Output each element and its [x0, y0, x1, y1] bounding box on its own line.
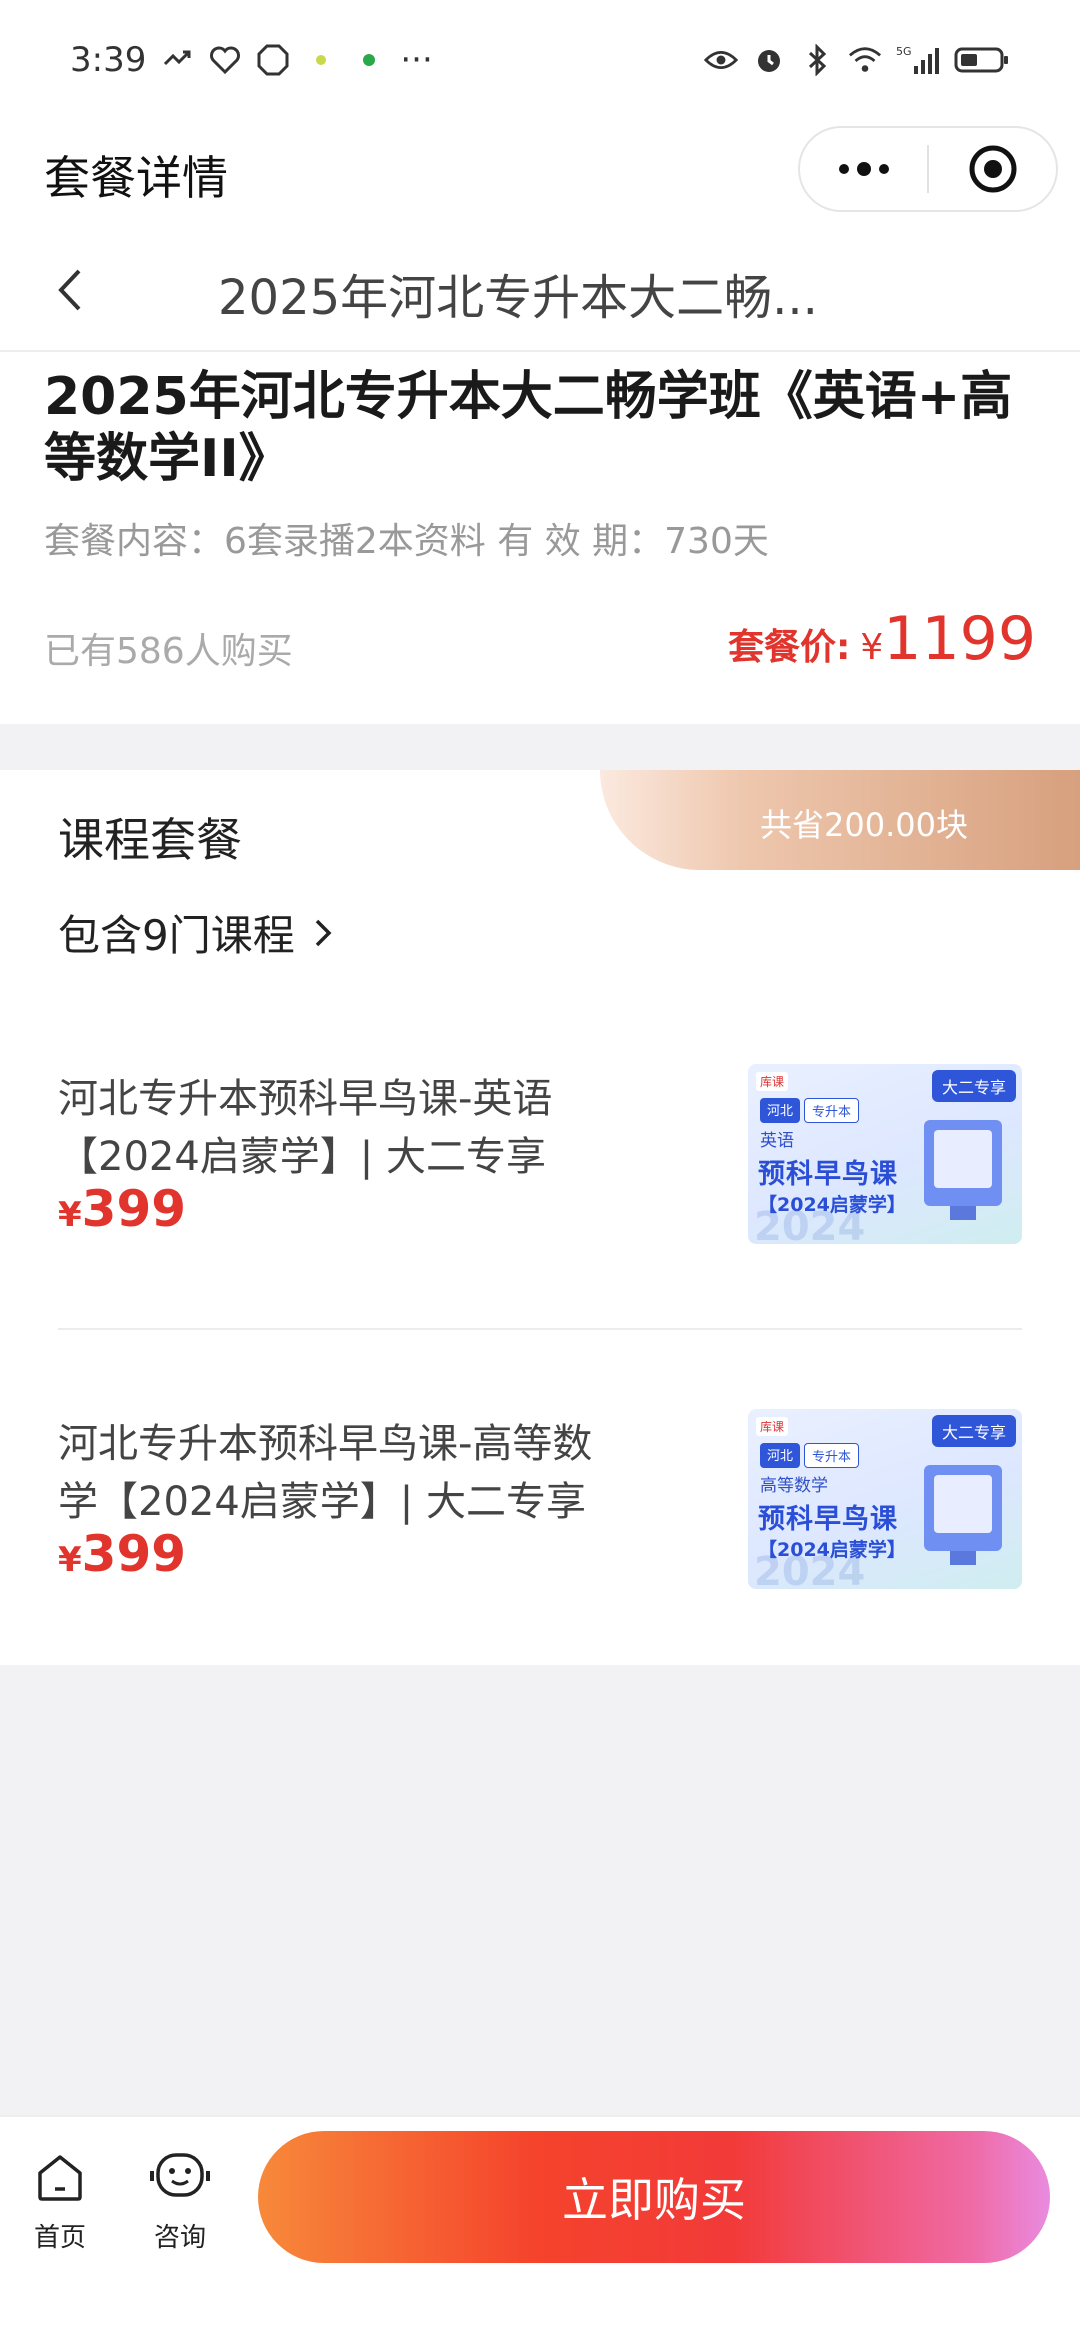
- eye-icon: [704, 43, 738, 77]
- thumb-chip-level: 专升本: [804, 1443, 860, 1468]
- status-time: 3:39: [70, 40, 147, 80]
- course-price-amount: 399: [81, 1525, 187, 1583]
- package-price: 套餐价: ¥ 1199: [728, 604, 1036, 674]
- price-amount: 1199: [883, 604, 1036, 674]
- monitor-illustration: [924, 1465, 1002, 1551]
- course-price: ¥ 399: [58, 1525, 186, 1583]
- thumb-year: 【2024启蒙学】: [758, 1194, 906, 1216]
- health-icon: [208, 43, 242, 77]
- more-button[interactable]: [800, 128, 927, 210]
- target-icon: [969, 145, 1016, 193]
- capsule-menu: [798, 126, 1058, 212]
- course-item[interactable]: 河北专升本预科早鸟课-英语【2024启蒙学】| 大二专享 ¥ 399 2024 …: [58, 1064, 1022, 1270]
- thumb-subject: 高等数学: [760, 1476, 828, 1496]
- thumb-subject: 英语: [760, 1131, 794, 1151]
- buyer-count: 已有586人购买: [44, 631, 293, 672]
- tab-home[interactable]: 首页: [10, 2147, 110, 2254]
- bluetooth-icon: [800, 43, 834, 77]
- thumb-chips: 河北 专升本: [760, 1443, 860, 1468]
- more-dots-icon: [838, 162, 889, 176]
- battery-icon: [954, 43, 1010, 77]
- course-price-currency: ¥: [58, 1540, 82, 1580]
- course-thumbnail: 2024 库课 大二专享 河北 专升本 高等数学 预科早鸟课 【2024启蒙学】: [748, 1409, 1022, 1589]
- thumb-logo: 库课: [756, 1417, 789, 1436]
- course-price-amount: 399: [81, 1180, 187, 1238]
- course-price-currency: ¥: [58, 1195, 82, 1235]
- monitor-illustration: [924, 1120, 1002, 1206]
- package-meta: 套餐内容：6套录播2本资料 有 效 期：730天: [44, 521, 769, 562]
- thumb-corner-tag: 大二专享: [931, 1070, 1016, 1102]
- hand-icon: [256, 43, 290, 77]
- chevron-left-icon: [58, 269, 81, 311]
- divider: [58, 1328, 1022, 1330]
- savings-text: 共省200.00块: [760, 806, 968, 844]
- buy-now-button[interactable]: 立即购买: [258, 2131, 1050, 2263]
- nav-bar: 2025年河北专升本大二畅...: [0, 230, 1080, 350]
- app-notification-icon: [304, 43, 338, 77]
- package-header: 2025年河北专升本大二畅学班《英语+高等数学II》 套餐内容：6套录播2本资料…: [0, 350, 1080, 724]
- thumb-chip-level: 专升本: [804, 1098, 860, 1123]
- thumb-corner-tag: 大二专享: [931, 1415, 1016, 1447]
- thumb-chip-region: 河北: [760, 1443, 801, 1468]
- tab-consult[interactable]: 咨询: [130, 2147, 230, 2254]
- tab-home-label: 首页: [33, 2223, 86, 2253]
- back-button[interactable]: [40, 260, 100, 320]
- includes-label: 包含9门课程: [58, 911, 295, 960]
- signal-icon: 5G: [896, 43, 940, 77]
- status-bar: 3:39 ··· 5G: [0, 0, 1080, 120]
- alarm-icon: [752, 43, 786, 77]
- thumb-headline: 预科早鸟课: [758, 1504, 898, 1535]
- tab-consult-label: 咨询: [153, 2223, 206, 2253]
- monitor-stand: [950, 1206, 976, 1220]
- missed-call-icon: [160, 43, 194, 77]
- thumb-chip-region: 河北: [760, 1098, 801, 1123]
- course-thumbnail: 2024 库课 大二专享 河北 专升本 英语 预科早鸟课 【2024启蒙学】: [748, 1064, 1022, 1244]
- thumb-year: 【2024启蒙学】: [758, 1539, 906, 1561]
- course-title: 河北专升本预科早鸟课-英语【2024启蒙学】| 大二专享: [58, 1076, 553, 1180]
- package-title: 2025年河北专升本大二畅学班《英语+高等数学II》: [44, 367, 1013, 489]
- course-item[interactable]: 河北专升本预科早鸟课-高等数学【2024启蒙学】| 大二专享 ¥ 399 202…: [58, 1409, 1022, 1615]
- course-price: ¥ 399: [58, 1180, 186, 1238]
- includes-courses-link[interactable]: 包含9门课程: [58, 902, 335, 963]
- page-title: 套餐详情: [44, 151, 228, 205]
- close-miniprogram-button[interactable]: [929, 128, 1056, 210]
- thumb-headline: 预科早鸟课: [758, 1159, 898, 1190]
- price-currency: ¥: [860, 627, 884, 668]
- title-bar: 套餐详情: [0, 120, 1080, 230]
- monitor-stand: [950, 1551, 976, 1565]
- bottom-bar: 首页 咨询 立即购买: [0, 2115, 1080, 2340]
- app-notification-icon-2: [352, 43, 386, 77]
- nav-title: 2025年河北专升本大二畅...: [218, 270, 818, 326]
- savings-banner: 共省200.00块: [600, 770, 1080, 870]
- price-label: 套餐价:: [727, 627, 851, 668]
- chat-icon: [150, 2147, 210, 2207]
- chevron-right-icon: [315, 919, 332, 946]
- thumb-logo: 库课: [756, 1072, 789, 1091]
- more-notifications: ···: [400, 40, 433, 80]
- thumb-chips: 河北 专升本: [760, 1098, 860, 1123]
- course-title: 河北专升本预科早鸟课-高等数学【2024启蒙学】| 大二专享: [58, 1421, 593, 1525]
- wifi-icon: [848, 43, 882, 77]
- course-section: 共省200.00块 课程套餐 包含9门课程 河北专升本预科早鸟课-英语【2024…: [0, 770, 1080, 1665]
- home-icon: [30, 2147, 90, 2207]
- section-title: 课程套餐: [58, 813, 242, 867]
- svg-text:5G: 5G: [896, 45, 912, 58]
